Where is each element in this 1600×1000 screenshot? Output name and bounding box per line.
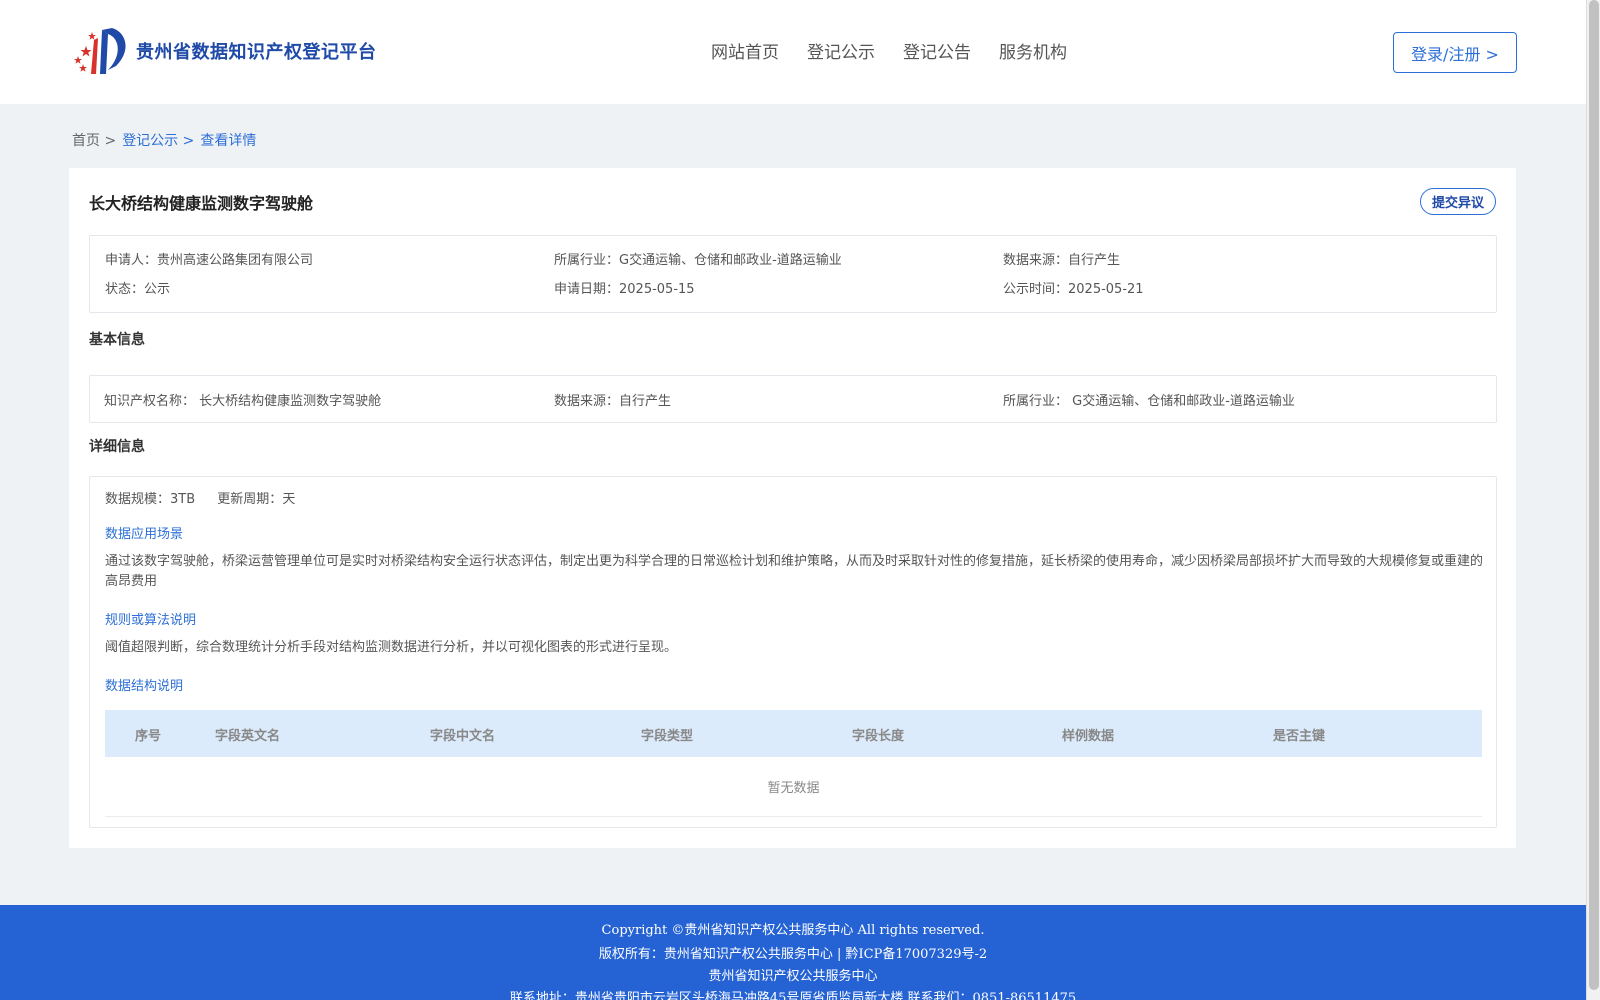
footer-copyright: Copyright ©贵州省知识产权公共服务中心 All rights rese… [601, 923, 985, 938]
status-field: 状态：公示 [105, 278, 170, 297]
scale-value: 3TB [170, 492, 196, 507]
publish-date-field: 公示时间：2025-05-21 [1003, 278, 1144, 297]
basic-source-label: 数据来源： [554, 394, 620, 409]
summary-box: 申请人：贵州高速公路集团有限公司 所属行业：G交通运输、仓储和邮政业-道路运输业… [89, 235, 1497, 313]
footer-owner: 版权所有：贵州省知识产权公共服务中心 | 黔ICP备17007329号-2 [598, 947, 988, 962]
scrollbar-thumb[interactable] [1589, 0, 1599, 990]
algorithm-heading: 规则或算法说明 [105, 613, 197, 628]
scale-cycle-field: 数据规模：3TB 更新周期：天 [105, 488, 295, 507]
status-value: 公示 [144, 282, 171, 297]
basic-industry-label: 所属行业： [1003, 394, 1069, 409]
site-logo[interactable]: 贵州省数据知识产权登记平台 [72, 26, 377, 76]
algorithm-text: 阈值超限判断，综合数理统计分析手段对结构监测数据进行分析，并以可视化图表的形式进… [105, 640, 678, 655]
publish-date-value: 2025-05-21 [1068, 282, 1144, 297]
ip-name-label: 知识产权名称： [104, 394, 196, 409]
page-title: 长大桥结构健康监测数字驾驶舱 [89, 194, 314, 213]
applicant-value: 贵州高速公路集团有限公司 [157, 253, 314, 268]
publish-date-label: 公示时间： [1003, 282, 1069, 297]
login-register-button[interactable]: 登录/注册 > [1393, 32, 1517, 73]
detail-info-heading: 详细信息 [89, 439, 145, 455]
logo-emblem-icon [74, 28, 126, 74]
apply-date-label: 申请日期： [554, 282, 620, 297]
industry-value: G交通运输、仓储和邮政业-道路运输业 [619, 253, 842, 268]
top-header: 贵州省数据知识产权登记平台 网站首页 登记公示 登记公告 服务机构 登录/注册 … [0, 0, 1586, 104]
detail-info-box: 数据规模：3TB 更新周期：天 数据应用场景 通过该数字驾驶舱，桥梁运营管理单位… [89, 476, 1497, 828]
th-primary-key: 是否主键 [1273, 729, 1326, 744]
ip-name-field: 知识产权名称： 长大桥结构健康监测数字驾驶舱 [104, 390, 381, 409]
basic-source-field: 数据来源：自行产生 [554, 390, 671, 409]
th-field-en: 字段英文名 [215, 729, 281, 744]
scenario-heading: 数据应用场景 [105, 527, 184, 542]
industry-label: 所属行业： [554, 253, 620, 268]
breadcrumb-home[interactable]: 首页 > [72, 130, 116, 150]
data-structure-table: 序号 字段英文名 字段中文名 字段类型 字段长度 样例数据 是否主键 暂无数据 [105, 710, 1482, 817]
breadcrumb-current: 查看详情 [200, 133, 257, 149]
th-field-cn: 字段中文名 [430, 729, 496, 744]
detail-card: 长大桥结构健康监测数字驾驶舱 提交异议 申请人：贵州高速公路集团有限公司 所属行… [69, 168, 1516, 848]
th-field-length: 字段长度 [852, 729, 905, 744]
breadcrumb: 首页 > 登记公示 > 查看详情 [72, 130, 256, 150]
page: 贵州省数据知识产权登记平台 网站首页 登记公示 登记公告 服务机构 登录/注册 … [0, 0, 1586, 1000]
th-index: 序号 [135, 729, 162, 744]
ip-name-value: 长大桥结构健康监测数字驾驶舱 [199, 394, 382, 409]
structure-heading: 数据结构说明 [105, 679, 184, 694]
main-nav: 网站首页 登记公示 登记公告 服务机构 [711, 38, 1067, 63]
source-value: 自行产生 [1068, 253, 1121, 268]
site-title: 贵州省数据知识产权登记平台 [136, 42, 377, 63]
cycle-label: 更新周期： [217, 492, 283, 507]
nav-home[interactable]: 网站首页 [711, 38, 779, 63]
breadcrumb-publicity[interactable]: 登记公示 > [122, 130, 194, 150]
apply-date-value: 2025-05-15 [619, 282, 695, 297]
nav-announcement[interactable]: 登记公告 [903, 38, 971, 63]
submit-objection-button[interactable]: 提交异议 [1420, 188, 1496, 215]
industry-field: 所属行业：G交通运输、仓储和邮政业-道路运输业 [554, 249, 842, 268]
basic-info-heading: 基本信息 [89, 332, 145, 348]
scale-label: 数据规模： [105, 492, 171, 507]
applicant-field: 申请人：贵州高速公路集团有限公司 [105, 249, 313, 268]
basic-industry-value: G交通运输、仓储和邮政业-道路运输业 [1072, 394, 1295, 409]
source-field: 数据来源：自行产生 [1003, 249, 1120, 268]
source-label: 数据来源： [1003, 253, 1069, 268]
th-sample-data: 样例数据 [1062, 729, 1115, 744]
cycle-value: 天 [282, 492, 296, 507]
apply-date-field: 申请日期：2025-05-15 [554, 278, 695, 297]
table-empty-state: 暂无数据 [105, 757, 1482, 817]
footer-org: 贵州省知识产权公共服务中心 [708, 969, 878, 984]
nav-service-agencies[interactable]: 服务机构 [999, 38, 1067, 63]
footer-address: 联系地址：贵州省贵阳市云岩区头桥海马冲路45号原省质监局新大楼 联系我们：085… [509, 991, 1077, 1000]
page-scrollbar[interactable] [1586, 0, 1600, 1000]
basic-industry-field: 所属行业： G交通运输、仓储和邮政业-道路运输业 [1003, 390, 1295, 409]
scenario-text: 通过该数字驾驶舱，桥梁运营管理单位可是实时对桥梁结构安全运行状态评估，制定出更为… [105, 554, 1484, 589]
th-field-type: 字段类型 [641, 729, 694, 744]
basic-source-value: 自行产生 [619, 394, 672, 409]
applicant-label: 申请人： [105, 253, 158, 268]
table-header-row: 序号 字段英文名 字段中文名 字段类型 字段长度 样例数据 是否主键 [105, 710, 1482, 757]
status-label: 状态： [105, 282, 145, 297]
site-footer: Copyright ©贵州省知识产权公共服务中心 All rights rese… [0, 905, 1586, 1000]
basic-info-box: 知识产权名称： 长大桥结构健康监测数字驾驶舱 数据来源：自行产生 所属行业： G… [89, 375, 1497, 423]
nav-publicity[interactable]: 登记公示 [807, 38, 875, 63]
